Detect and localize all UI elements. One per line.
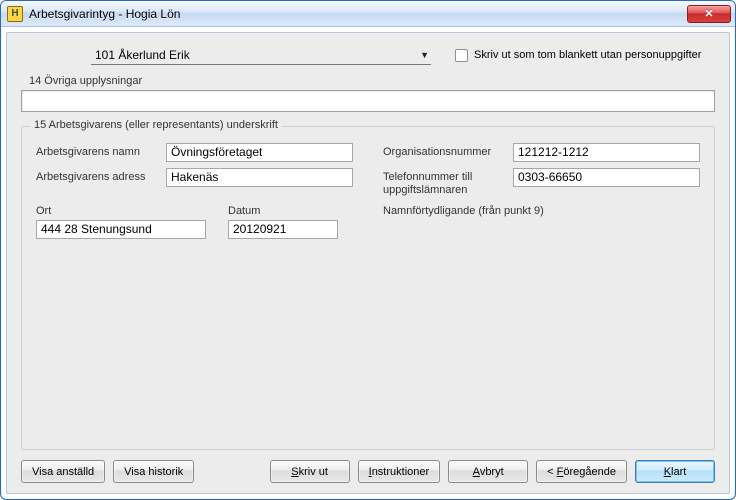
datum-label: Datum xyxy=(228,205,338,217)
employer-address-label: Arbetsgivarens adress xyxy=(36,168,166,184)
instruktioner-rest: nstruktioner xyxy=(372,466,429,478)
orgnr-input[interactable]: 121212-1212 xyxy=(513,143,700,162)
employee-dropdown-value: 101 Åkerlund Erik xyxy=(95,48,190,62)
section-15-columns: Arbetsgivarens namn Övningsföretaget Arb… xyxy=(36,143,700,239)
blank-print-label: Skriv ut som tom blankett utan personupp… xyxy=(474,49,701,61)
ort-label: Ort xyxy=(36,205,206,217)
phone-label: Telefonnummer till uppgiftslämnaren xyxy=(383,168,513,197)
skriv-ut-rest: kriv ut xyxy=(299,466,328,478)
avbryt-button[interactable]: Avbryt xyxy=(448,460,528,483)
titlebar: H Arbetsgivarintyg - Hogia Lön ✕ xyxy=(1,1,735,27)
orgnr-label: Organisationsnummer xyxy=(383,143,513,159)
button-bar: Visa anställd Visa historik Skriv ut Ins… xyxy=(21,450,715,483)
section-15: 15 Arbetsgivarens (eller representants) … xyxy=(21,126,715,450)
chevron-down-icon: ▼ xyxy=(420,50,429,60)
window-title: Arbetsgivarintyg - Hogia Lön xyxy=(29,7,687,21)
employee-dropdown[interactable]: 101 Åkerlund Erik ▼ xyxy=(91,45,431,65)
section-14-label: 14 Övriga upplysningar xyxy=(25,75,146,87)
avbryt-rest: vbryt xyxy=(480,466,504,478)
employer-name-input[interactable]: Övningsföretaget xyxy=(166,143,353,162)
other-info-input[interactable] xyxy=(21,90,715,112)
close-icon: ✕ xyxy=(704,7,713,20)
section-15-right: Organisationsnummer 121212-1212 Telefonn… xyxy=(383,143,700,239)
foregaende-rest: öregående xyxy=(563,466,616,478)
ort-datum-row: Ort 444 28 Stenungsund Datum 20120921 xyxy=(36,205,353,239)
section-15-label: 15 Arbetsgivarens (eller representants) … xyxy=(30,119,282,131)
foregaende-button[interactable]: < Föregående xyxy=(536,460,627,483)
ort-input[interactable]: 444 28 Stenungsund xyxy=(36,220,206,239)
instruktioner-button[interactable]: Instruktioner xyxy=(358,460,441,483)
dialog-window: H Arbetsgivarintyg - Hogia Lön ✕ 101 Åke… xyxy=(0,0,736,500)
employer-address-input[interactable]: Hakenäs xyxy=(166,168,353,187)
close-button[interactable]: ✕ xyxy=(687,5,731,23)
datum-input[interactable]: 20120921 xyxy=(228,220,338,239)
visa-historik-button[interactable]: Visa historik xyxy=(113,460,194,483)
skriv-ut-button[interactable]: Skriv ut xyxy=(270,460,350,483)
phone-input[interactable]: 0303-66650 xyxy=(513,168,700,187)
top-row: 101 Åkerlund Erik ▼ Skriv ut som tom bla… xyxy=(21,45,715,65)
employer-name-label: Arbetsgivarens namn xyxy=(36,143,166,159)
klart-button[interactable]: Klart xyxy=(635,460,715,483)
app-icon: H xyxy=(7,6,23,22)
blank-print-checkbox[interactable] xyxy=(455,49,468,62)
client-area: 101 Åkerlund Erik ▼ Skriv ut som tom bla… xyxy=(6,32,730,494)
section-15-left: Arbetsgivarens namn Övningsföretaget Arb… xyxy=(36,143,353,239)
signature-note: Namnförtydligande (från punkt 9) xyxy=(383,205,700,217)
visa-anstalld-button[interactable]: Visa anställd xyxy=(21,460,105,483)
blank-print-row: Skriv ut som tom blankett utan personupp… xyxy=(455,49,701,62)
klart-rest: lart xyxy=(671,466,686,478)
